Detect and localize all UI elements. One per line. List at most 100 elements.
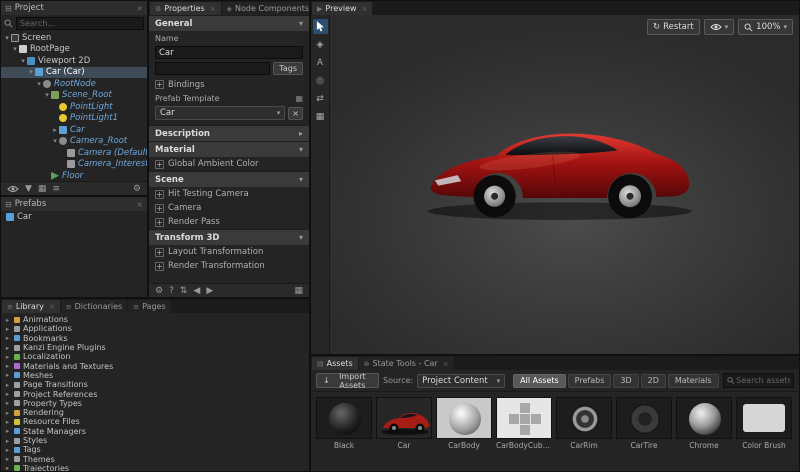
library-item-bookmarks[interactable]: ▸Bookmarks xyxy=(1,334,309,343)
library-item-animations[interactable]: ▸Animations xyxy=(1,315,309,324)
asset-chrome[interactable]: Chrome xyxy=(676,397,732,450)
expand-arrow[interactable]: ▸ xyxy=(51,126,59,134)
tree-item-camera-default[interactable]: Camera (Default) xyxy=(1,147,147,159)
library-item-property-types[interactable]: ▸Property Types xyxy=(1,399,309,408)
visibility-icon[interactable] xyxy=(7,185,19,193)
settings-icon[interactable]: ⚙ xyxy=(133,184,141,194)
prefab-item-car[interactable]: Car xyxy=(1,211,147,223)
library-item-state-managers[interactable]: ▸State Managers xyxy=(1,427,309,436)
tree-item-rootpage[interactable]: ▾RootPage xyxy=(1,44,147,56)
tree-item-rootnode[interactable]: ▾RootNode xyxy=(1,78,147,90)
library-item-page-transitions[interactable]: ▸Page Transitions xyxy=(1,380,309,389)
tab-library[interactable]: ≡Library× xyxy=(2,300,60,313)
asset-carbodycubema[interactable]: CarBodyCubema... xyxy=(496,397,552,450)
library-item-meshes[interactable]: ▸Meshes xyxy=(1,371,309,380)
expand-arrow[interactable]: ▸ xyxy=(4,344,11,352)
library-item-project-references[interactable]: ▸Project References xyxy=(1,389,309,398)
bindings-row[interactable]: +Bindings xyxy=(155,78,303,91)
property-render-transformation[interactable]: +Render Transformation xyxy=(149,259,309,273)
visibility-button[interactable]: ▾ xyxy=(704,19,735,35)
add-icon[interactable]: + xyxy=(155,218,164,227)
select-tool[interactable] xyxy=(313,19,328,34)
asset-carbody[interactable]: CarBody xyxy=(436,397,492,450)
expand-arrow[interactable]: ▸ xyxy=(4,381,11,389)
text-tool[interactable]: A xyxy=(313,55,328,70)
close-icon[interactable]: × xyxy=(136,200,143,209)
expand-arrow[interactable]: ▸ xyxy=(4,464,11,472)
section-description[interactable]: Description▸ xyxy=(149,125,309,141)
tree-item-scene-root[interactable]: ▾Scene_Root xyxy=(1,90,147,102)
close-icon[interactable]: × xyxy=(443,360,449,368)
tree-item-pointlight1[interactable]: PointLight1 xyxy=(1,113,147,125)
expand-arrow[interactable]: ▾ xyxy=(11,45,19,53)
tags-input[interactable] xyxy=(155,62,270,75)
expand-arrow[interactable]: ▾ xyxy=(3,34,11,42)
asset-black[interactable]: Black xyxy=(316,397,372,450)
assets-search-input[interactable] xyxy=(736,376,790,385)
expand-arrow[interactable]: ▾ xyxy=(35,80,43,88)
tree-item-car[interactable]: ▸Car xyxy=(1,124,147,136)
help-icon[interactable]: ? xyxy=(169,286,174,296)
pan-tool[interactable]: ◈ xyxy=(313,37,328,52)
tree-item-pointlight[interactable]: PointLight xyxy=(1,101,147,113)
expand-arrow[interactable]: ▸ xyxy=(4,316,11,324)
property-layout-transformation[interactable]: +Layout Transformation xyxy=(149,245,309,259)
library-item-materials-and-textures[interactable]: ▸Materials and Textures xyxy=(1,361,309,370)
tree-item-camera-root[interactable]: ▾Camera_Root xyxy=(1,136,147,148)
expand-arrow[interactable]: ▸ xyxy=(4,427,11,435)
tab-pages[interactable]: ≡Pages xyxy=(128,300,170,313)
close-icon[interactable]: × xyxy=(136,4,143,13)
restart-button[interactable]: ↻Restart xyxy=(647,19,700,35)
tree-item-screen[interactable]: ▾Screen xyxy=(1,32,147,44)
tab-assets[interactable]: ▤Assets xyxy=(312,357,358,370)
expand-arrow[interactable]: ▾ xyxy=(43,91,51,99)
clear-template-button[interactable]: × xyxy=(288,107,303,120)
library-item-applications[interactable]: ▸Applications xyxy=(1,324,309,333)
library-item-kanzi-engine-plugins[interactable]: ▸Kanzi Engine Plugins xyxy=(1,343,309,352)
settings-icon[interactable]: ⚙ xyxy=(155,286,163,296)
add-icon[interactable]: + xyxy=(155,80,164,89)
sort-icon[interactable]: ⇅ xyxy=(180,286,188,296)
preview-viewport[interactable]: ↻Restart ▾ 100%▾ xyxy=(330,15,799,354)
asset-car[interactable]: Car xyxy=(376,397,432,450)
tree-item-car-car[interactable]: ▾Car (Car) xyxy=(1,67,147,79)
library-item-resource-files[interactable]: ▸Resource Files xyxy=(1,417,309,426)
expand-arrow[interactable]: ▸ xyxy=(4,390,11,398)
layout-icon[interactable]: ▦ xyxy=(294,286,303,296)
expand-arrow[interactable]: ▸ xyxy=(4,446,11,454)
expand-arrow[interactable]: ▾ xyxy=(27,68,35,76)
add-icon[interactable]: + xyxy=(155,160,164,169)
expand-arrow[interactable]: ▾ xyxy=(19,57,27,65)
tab-state-tools[interactable]: ⊛State Tools - Car× xyxy=(359,357,454,370)
section-material[interactable]: Material▾ xyxy=(149,141,309,157)
close-icon[interactable]: × xyxy=(210,5,216,13)
add-icon[interactable]: + xyxy=(155,190,164,199)
expand-arrow[interactable]: ▸ xyxy=(4,353,11,361)
property-hit-testing-camera[interactable]: +Hit Testing Camera xyxy=(149,187,309,201)
expand-arrow[interactable]: ▸ xyxy=(4,362,11,370)
expand-arrow[interactable]: ▸ xyxy=(4,437,11,445)
prefab-template-select[interactable]: Car▾ xyxy=(155,106,285,120)
library-item-rendering[interactable]: ▸Rendering xyxy=(1,408,309,417)
asset-color-brush[interactable]: Color Brush xyxy=(736,397,792,450)
expand-arrow[interactable]: ▸ xyxy=(4,371,11,379)
add-icon[interactable]: + xyxy=(155,248,164,257)
target-tool[interactable]: ◎ xyxy=(313,73,328,88)
section-transform-3d[interactable]: Transform 3D▾ xyxy=(149,229,309,245)
tab-dictionaries[interactable]: ≡Dictionaries xyxy=(61,300,127,313)
section-general[interactable]: General▾ xyxy=(149,15,309,31)
asset-cartire[interactable]: CarTire xyxy=(616,397,672,450)
zoom-control[interactable]: 100%▾ xyxy=(738,19,793,35)
library-item-tags[interactable]: ▸Tags xyxy=(1,445,309,454)
expand-arrow[interactable]: ▸ xyxy=(4,418,11,426)
add-icon[interactable]: + xyxy=(155,204,164,213)
back-icon[interactable]: ◀ xyxy=(193,286,200,296)
move-tool[interactable]: ⇄ xyxy=(313,91,328,106)
tags-button[interactable]: Tags xyxy=(273,62,303,75)
library-item-trajectories[interactable]: ▸Trajectories xyxy=(1,464,309,472)
library-item-localization[interactable]: ▸Localization xyxy=(1,352,309,361)
close-icon[interactable]: × xyxy=(49,303,55,311)
expand-arrow[interactable]: ▸ xyxy=(4,409,11,417)
property-global-ambient-color[interactable]: +Global Ambient Color xyxy=(149,157,309,171)
name-input[interactable] xyxy=(155,46,303,59)
